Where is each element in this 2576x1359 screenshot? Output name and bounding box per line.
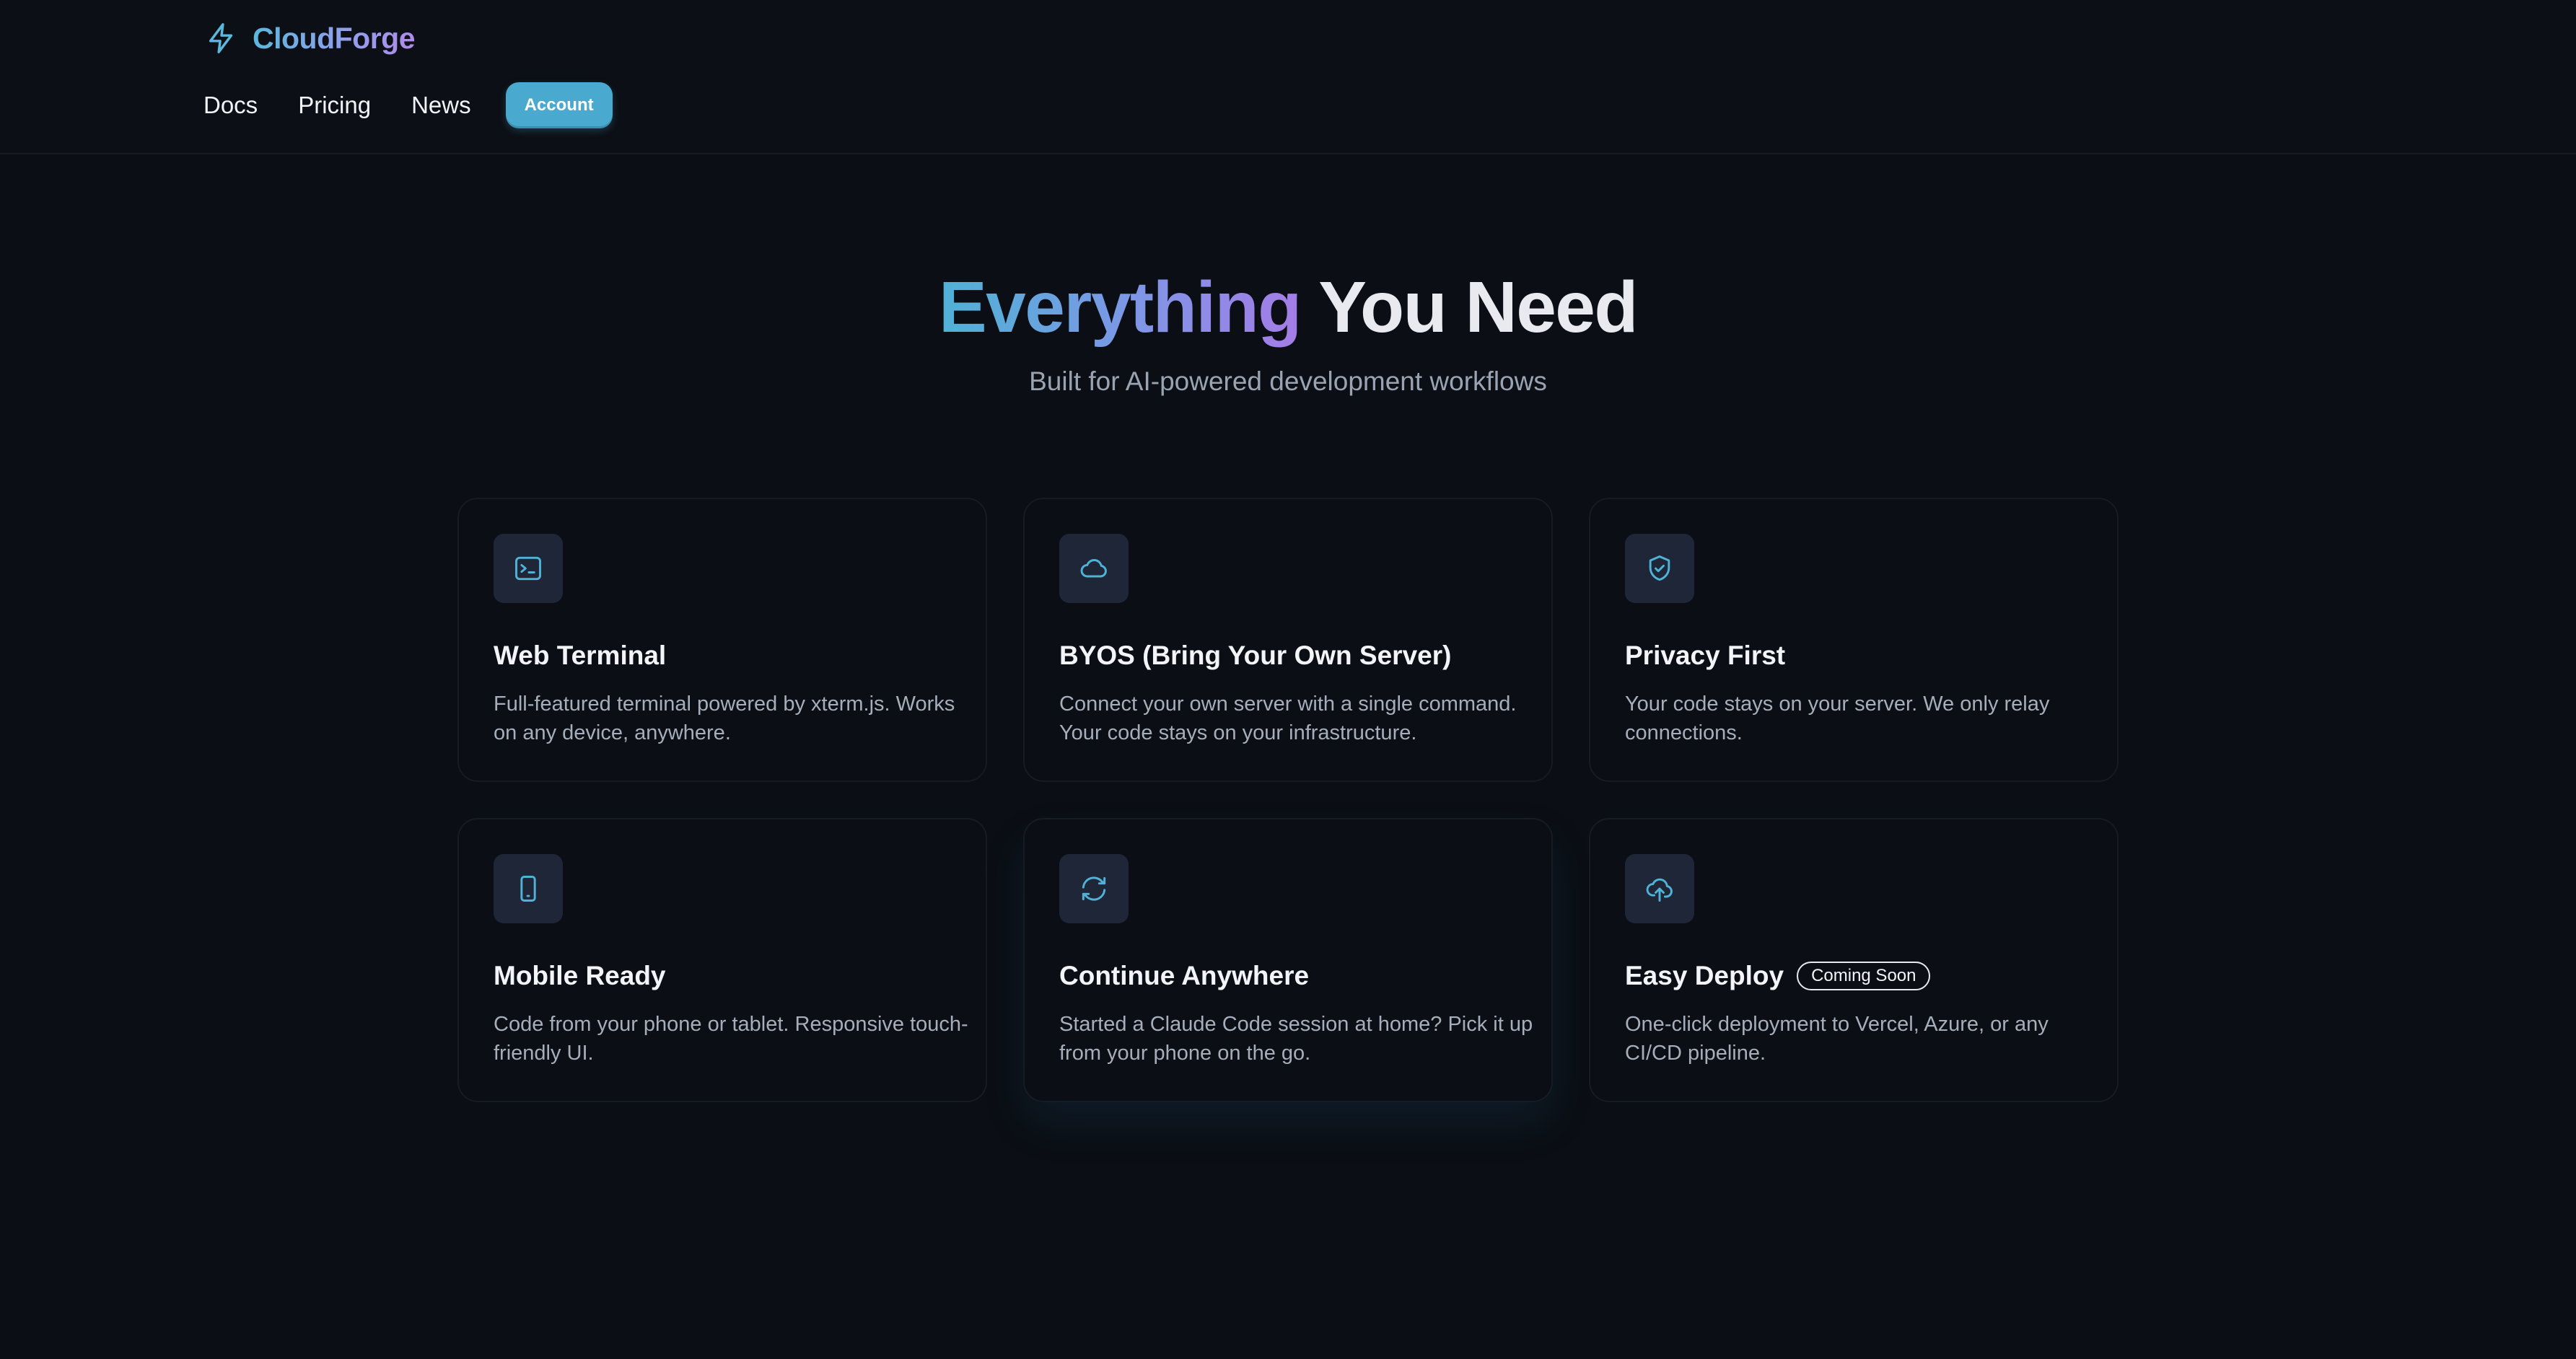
feature-description: Started a Claude Code session at home? P…	[1059, 1013, 1533, 1065]
feature-title-text: Web Terminal	[494, 641, 667, 670]
feature-title: Continue Anywhere	[1059, 961, 1309, 991]
feature-description: Your code stays on your server. We only …	[1625, 692, 2050, 744]
brand-logo[interactable]: CloudForge	[205, 19, 416, 58]
feature-title: Easy Deploy Coming Soon	[1625, 961, 1931, 991]
feature-card-byos: BYOS (Bring Your Own Server) Connect you…	[1023, 498, 1553, 782]
cloud-icon	[1080, 559, 1107, 578]
feature-title-text: Continue Anywhere	[1059, 961, 1310, 990]
feature-card-easy-deploy: Easy Deploy Coming Soon One-click deploy…	[1589, 818, 2119, 1102]
nav-link-pricing[interactable]: Pricing	[298, 92, 371, 119]
feature-title: Privacy First	[1625, 641, 1785, 671]
feature-description: Code from your phone or tablet. Responsi…	[494, 1013, 968, 1065]
hero-subtitle: Built for AI-powered development workflo…	[1029, 366, 1547, 396]
feature-icon-tile	[1059, 854, 1129, 923]
feature-icon-tile	[494, 854, 563, 923]
feature-description: Connect your own server with a single co…	[1059, 692, 1517, 744]
feature-card-mobile-ready: Mobile Ready Code from your phone or tab…	[457, 818, 987, 1102]
feature-description: Full-featured terminal powered by xterm.…	[494, 692, 955, 744]
feature-title-text: BYOS (Bring Your Own Server)	[1059, 641, 1452, 670]
feature-icon-tile	[494, 534, 563, 603]
shield-check-icon	[1649, 555, 1670, 581]
feature-title: Mobile Ready	[494, 961, 666, 991]
feature-title: Web Terminal	[494, 641, 666, 671]
feature-title: BYOS (Bring Your Own Server)	[1059, 641, 1451, 671]
smartphone-icon	[520, 876, 536, 902]
site-header: CloudForge Docs Pricing News Account	[0, 0, 2576, 154]
nav-link-news[interactable]: News	[411, 92, 471, 119]
hero-title: Everything You Need	[0, 264, 2576, 351]
feature-icon-tile	[1625, 534, 1694, 603]
feature-title-text: Easy Deploy	[1625, 961, 1784, 990]
nav-link-docs[interactable]: Docs	[203, 92, 258, 119]
terminal-icon	[515, 556, 541, 581]
refresh-icon	[1082, 876, 1106, 901]
feature-icon-tile	[1625, 854, 1694, 923]
feature-icon-tile	[1059, 534, 1129, 603]
feature-title-text: Mobile Ready	[494, 961, 666, 990]
cloud-upload-icon	[1646, 878, 1673, 902]
account-button[interactable]: Account	[505, 82, 613, 128]
main-nav: Docs Pricing News Account	[203, 82, 613, 129]
coming-soon-badge: Coming Soon	[1797, 962, 1931, 990]
feature-card-privacy-first: Privacy First Your code stays on your se…	[1589, 498, 2119, 782]
hero-title-rest: You Need	[1318, 267, 1638, 348]
brand-name: CloudForge	[253, 21, 416, 55]
feature-card-web-terminal: Web Terminal Full-featured terminal powe…	[457, 498, 987, 782]
bolt-icon	[209, 23, 233, 53]
feature-description: One-click deployment to Vercel, Azure, o…	[1625, 1013, 2049, 1065]
feature-title-text: Privacy First	[1625, 641, 1786, 670]
feature-card-continue-anywhere: Continue Anywhere Started a Claude Code …	[1023, 818, 1553, 1102]
hero-title-highlight: Everything	[938, 267, 1302, 348]
